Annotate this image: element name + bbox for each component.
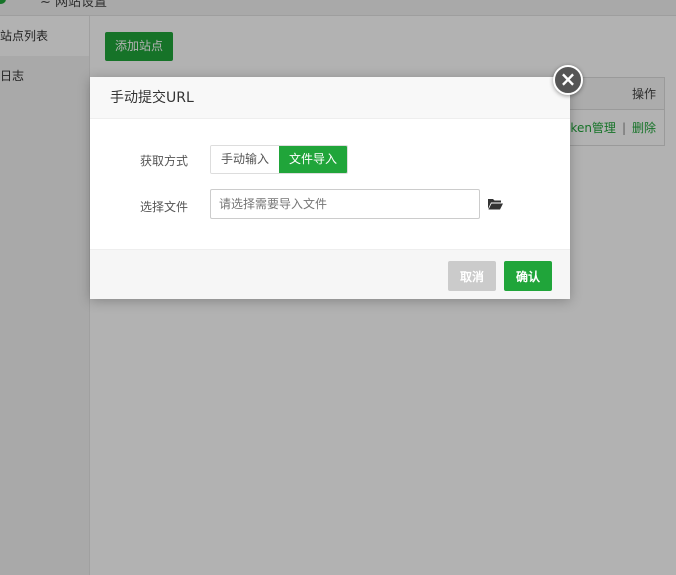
method-label: 获取方式: [140, 154, 189, 168]
method-row: 获取方式 手动输入 文件导入: [90, 145, 570, 174]
file-row: 选择文件: [90, 189, 570, 219]
submit-url-dialog: 手动提交URL × 获取方式 手动输入 文件导入 选择文件 取消 确认: [90, 65, 583, 299]
close-icon[interactable]: ×: [553, 65, 583, 95]
dialog-title: 手动提交URL: [90, 77, 570, 119]
method-toggle: 手动输入 文件导入: [210, 145, 349, 174]
file-path-input[interactable]: [210, 189, 480, 219]
file-label: 选择文件: [140, 200, 189, 214]
folder-open-icon[interactable]: [487, 197, 503, 211]
cancel-button[interactable]: 取消: [448, 261, 496, 291]
app: ~ 网站设置 站点列表 日志 添加站点 操作 ken管理 | 删除 手动提交URL …: [0, 0, 676, 575]
option-file-import[interactable]: 文件导入: [279, 146, 348, 173]
option-manual-input[interactable]: 手动输入: [211, 146, 280, 173]
confirm-button[interactable]: 确认: [504, 261, 552, 291]
dialog-footer: 取消 确认: [90, 249, 570, 299]
